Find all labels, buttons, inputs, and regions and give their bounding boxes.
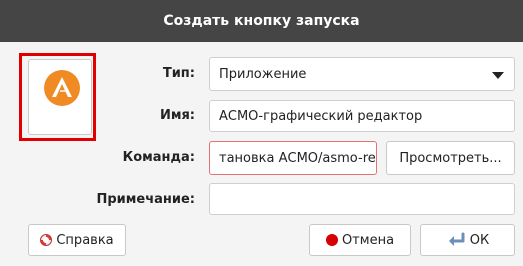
cancel-button[interactable]: Отмена bbox=[309, 224, 411, 256]
browse-button[interactable]: Просмотреть... bbox=[386, 141, 515, 175]
dialog-titlebar: Создать кнопку запуска bbox=[0, 0, 523, 42]
create-launcher-dialog: Создать кнопку запуска Тип: Приложение И… bbox=[0, 0, 523, 266]
command-input[interactable]: тановка АСМО/asmo-re" bbox=[209, 141, 377, 175]
help-button[interactable]: Справка bbox=[28, 224, 126, 256]
dialog-title: Создать кнопку запуска bbox=[163, 13, 360, 29]
ok-button[interactable]: ОК bbox=[420, 224, 515, 256]
name-value: АСМО-графический редактор bbox=[219, 108, 423, 124]
command-label: Команда: bbox=[122, 150, 195, 165]
cancel-icon bbox=[325, 234, 338, 246]
name-label: Имя: bbox=[159, 108, 195, 123]
type-value: Приложение bbox=[219, 66, 307, 82]
name-input[interactable]: АСМО-графический редактор bbox=[209, 100, 515, 132]
ok-return-arrow-icon bbox=[448, 232, 465, 246]
help-label: Справка bbox=[56, 232, 114, 248]
command-value: тановка АСМО/asmo-re" bbox=[219, 150, 377, 166]
chevron-down-icon bbox=[492, 72, 504, 79]
browse-label: Просмотреть... bbox=[399, 150, 502, 166]
comment-label: Примечание: bbox=[96, 192, 195, 207]
comment-input[interactable] bbox=[209, 183, 515, 215]
ok-label: ОК bbox=[469, 232, 490, 248]
type-label: Тип: bbox=[162, 66, 195, 81]
cancel-label: Отмена bbox=[341, 232, 395, 248]
asmo-app-icon bbox=[44, 70, 80, 106]
type-combobox[interactable]: Приложение bbox=[209, 57, 515, 91]
help-lifebuoy-icon bbox=[40, 234, 53, 246]
